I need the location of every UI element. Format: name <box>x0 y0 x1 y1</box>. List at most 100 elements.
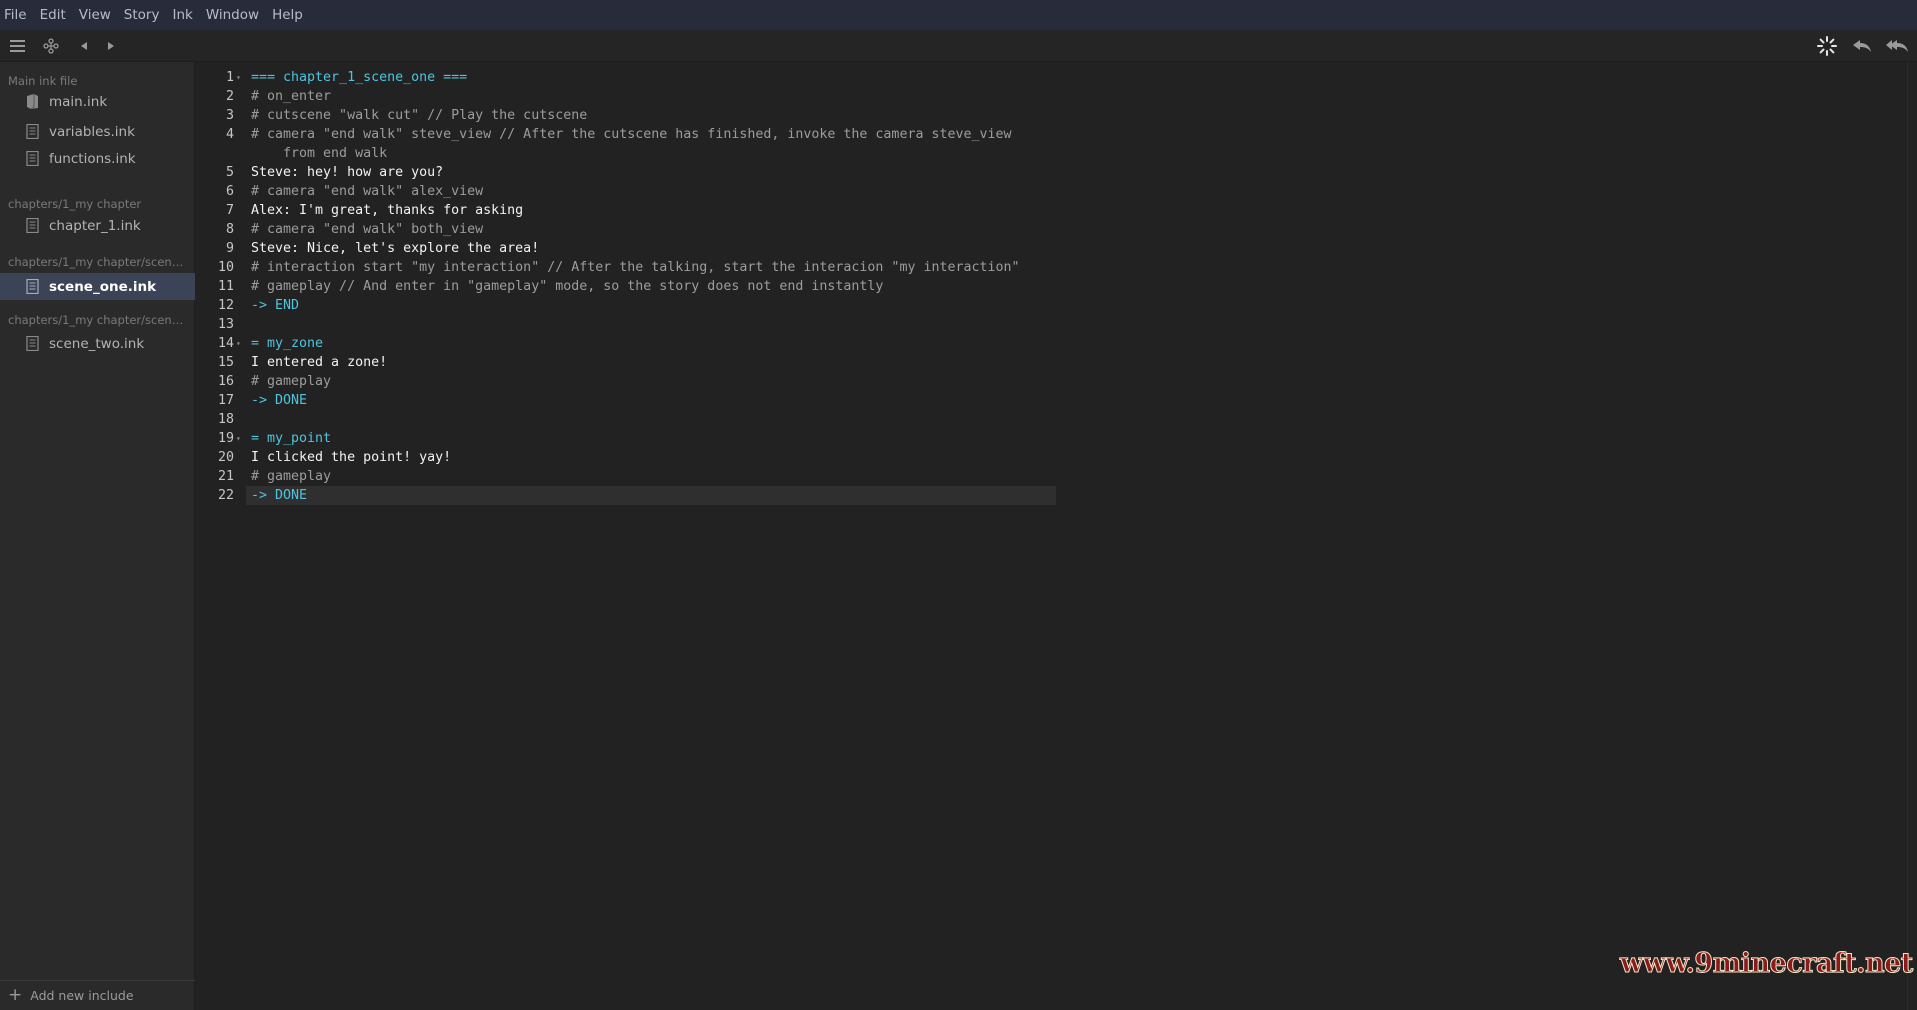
watermark: www.9minecraft.net <box>1620 948 1914 980</box>
code-line[interactable]: 17 -> DONE <box>196 391 1907 410</box>
line-number: 20 <box>217 450 234 465</box>
menu-bar: File Edit View Story Ink Window Help <box>0 0 1917 30</box>
code-line[interactable]: 11 # gameplay // And enter in "gameplay" … <box>196 277 1907 296</box>
code-line[interactable]: 9 Steve: Nice, let's explore the area! <box>196 239 1907 258</box>
menu-help[interactable]: Help <box>271 0 309 30</box>
code-text: -> END <box>251 298 300 313</box>
file-item-scene-two[interactable]: scene_two.ink <box>0 330 195 357</box>
line-number: 9 <box>225 241 234 256</box>
code-line[interactable]: 12 -> END <box>196 296 1907 315</box>
line-number: 5 <box>225 165 234 180</box>
file-item-label: functions.ink <box>49 150 136 167</box>
line-number: 16 <box>217 374 234 389</box>
code-line[interactable]: 5 Steve: hey! how are you? <box>196 163 1907 182</box>
code-text: Alex: I'm great, thanks for asking <box>251 203 524 218</box>
file-icon <box>26 279 39 294</box>
menu-ink[interactable]: Ink <box>171 0 198 30</box>
code-line[interactable]: 13 <box>196 315 1907 334</box>
add-include-label: Add new include <box>30 988 134 1003</box>
file-icon <box>26 124 39 139</box>
code-line[interactable]: 6 # camera "end walk" alex_view <box>196 182 1907 201</box>
code-text: # camera "end walk" alex_view <box>251 184 484 199</box>
hamburger-menu-icon[interactable] <box>6 30 28 62</box>
code-line[interactable]: 2 # on_enter <box>196 87 1907 106</box>
line-number: 15 <box>217 355 234 370</box>
code-text: from end walk <box>251 146 388 161</box>
loading-spinner-icon <box>1815 30 1839 62</box>
line-number: 11 <box>217 279 234 294</box>
code-text: -> DONE <box>251 488 308 503</box>
code-text: = my_zone <box>251 336 324 351</box>
menu-story[interactable]: Story <box>123 0 166 30</box>
line-number: 21 <box>217 469 234 484</box>
file-sidebar: Main ink file main.ink variables.ink fun… <box>0 62 195 1010</box>
fold-arrow-icon[interactable]: ▾ <box>236 334 241 353</box>
file-item-chapter-1[interactable]: chapter_1.ink <box>0 212 195 239</box>
code-line[interactable]: 20 I clicked the point! yay! <box>196 448 1907 467</box>
group-label-main: Main ink file <box>8 74 78 88</box>
code-line[interactable]: 3 # cutscene "walk cut" // Play the cutsc… <box>196 106 1907 125</box>
file-item-label: chapter_1.ink <box>49 217 141 234</box>
group-label-scenes-2: chapters/1_my chapter/scenes… <box>8 313 188 327</box>
code-text: I entered a zone! <box>251 355 388 370</box>
line-number: 13 <box>217 317 234 332</box>
code-line[interactable]: 16 # gameplay <box>196 372 1907 391</box>
code-line[interactable]: 14 ▾ = my_zone <box>196 334 1907 353</box>
menu-file[interactable]: File <box>3 0 33 30</box>
file-icon <box>26 151 39 166</box>
line-number: 2 <box>225 89 234 104</box>
line-number: 12 <box>217 298 234 313</box>
code-text: # camera "end walk" both_view <box>251 222 484 237</box>
code-text: Steve: Nice, let's explore the area! <box>251 241 540 256</box>
file-item-main[interactable]: main.ink <box>0 88 195 115</box>
rewind-one-icon[interactable] <box>1850 30 1874 62</box>
line-number: 22 <box>217 488 234 503</box>
code-line[interactable]: 18 <box>196 410 1907 429</box>
code-line[interactable]: 19 ▾ = my_point <box>196 429 1907 448</box>
line-number: 18 <box>217 412 234 427</box>
code-text: # on_enter <box>251 89 332 104</box>
fold-arrow-icon[interactable]: ▾ <box>236 68 241 87</box>
code-line[interactable]: 15 I entered a zone! <box>196 353 1907 372</box>
current-line-highlight <box>246 486 1056 505</box>
line-number: 7 <box>225 203 234 218</box>
line-number: 4 <box>225 127 234 142</box>
editor-scrollbar[interactable] <box>1907 62 1917 1010</box>
menu-view[interactable]: View <box>78 0 117 30</box>
code-line[interactable]: 10 # interaction start "my interaction" /… <box>196 258 1907 277</box>
code-text: # gameplay // And enter in "gameplay" mo… <box>251 279 884 294</box>
code-text: # gameplay <box>251 374 332 389</box>
main-file-icon <box>27 94 38 109</box>
line-number: 3 <box>225 108 234 123</box>
line-number: 1 <box>225 70 234 85</box>
forward-arrow-icon[interactable] <box>101 30 121 62</box>
code-line[interactable]: 7 Alex: I'm great, thanks for asking <box>196 201 1907 220</box>
code-text: I clicked the point! yay! <box>251 450 452 465</box>
navigation-graph-icon[interactable] <box>40 30 62 62</box>
code-text: # interaction start "my interaction" // … <box>251 260 1020 275</box>
code-line[interactable]: 8 # camera "end walk" both_view <box>196 220 1907 239</box>
code-editor[interactable]: 1 ▾ === chapter_1_scene_one === 2 # on_enter… <box>196 62 1907 1010</box>
file-item-label: scene_one.ink <box>49 278 157 295</box>
menu-edit[interactable]: Edit <box>39 0 72 30</box>
code-text: = my_point <box>251 431 332 446</box>
code-text: -> DONE <box>251 393 308 408</box>
code-line[interactable]: from end walk <box>196 144 1907 163</box>
plus-icon: + <box>8 985 23 1005</box>
menu-window[interactable]: Window <box>205 0 265 30</box>
file-icon <box>26 336 39 351</box>
code-line[interactable]: 21 # gameplay <box>196 467 1907 486</box>
add-new-include-button[interactable]: + Add new include <box>0 980 195 1010</box>
code-line[interactable]: 22 -> DONE <box>196 486 1907 505</box>
back-arrow-icon[interactable] <box>74 30 94 62</box>
code-line[interactable]: 1 ▾ === chapter_1_scene_one === <box>196 68 1907 87</box>
rewind-all-icon[interactable] <box>1884 30 1910 62</box>
code-line[interactable]: 4 # camera "end walk" steve_view // After… <box>196 125 1907 144</box>
fold-arrow-icon[interactable]: ▾ <box>236 429 241 448</box>
file-item-label: main.ink <box>49 93 108 110</box>
line-number: 8 <box>225 222 234 237</box>
file-item-functions[interactable]: functions.ink <box>0 145 195 172</box>
file-item-scene-one[interactable]: scene_one.ink <box>0 273 195 300</box>
file-item-variables[interactable]: variables.ink <box>0 118 195 145</box>
code-text: # camera "end walk" steve_view // After … <box>251 127 1012 142</box>
